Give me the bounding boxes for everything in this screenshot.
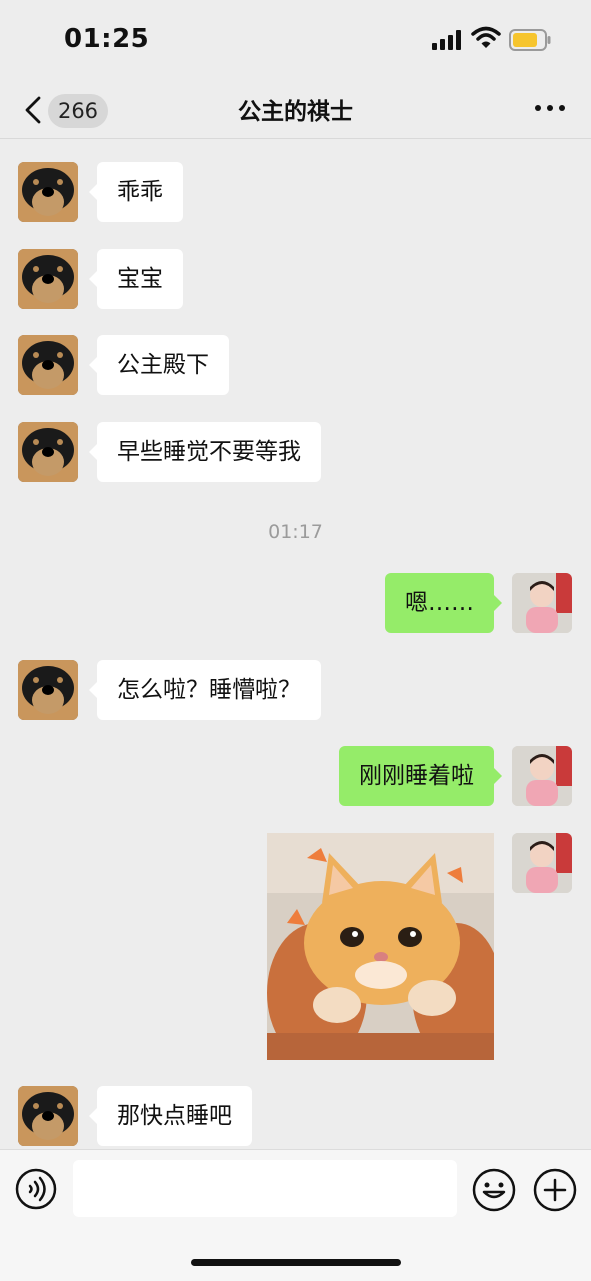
- incoming-message-bubble[interactable]: 怎么啦？睡懵啦？: [89, 660, 321, 720]
- chat-title: 公主的祺士: [238, 99, 353, 125]
- contact-avatar[interactable]: [18, 162, 78, 222]
- emoji-icon[interactable]: [472, 1168, 516, 1212]
- more-options-icon[interactable]: [534, 98, 566, 118]
- status-bar: 01:25: [0, 0, 591, 80]
- cellular-signal-icon: [432, 30, 461, 50]
- self-avatar[interactable]: [512, 573, 572, 633]
- incoming-message-bubble[interactable]: 公主殿下: [89, 335, 229, 395]
- outgoing-message-bubble[interactable]: 刚刚睡着啦: [339, 746, 502, 806]
- incoming-message-bubble[interactable]: 早些睡觉不要等我: [89, 422, 321, 482]
- message-input[interactable]: [73, 1160, 457, 1217]
- voice-input-icon[interactable]: [15, 1168, 57, 1210]
- wifi-icon: [471, 26, 501, 48]
- message-timestamp: 01:17: [268, 521, 323, 543]
- incoming-message-bubble[interactable]: 宝宝: [89, 249, 183, 309]
- incoming-message-bubble[interactable]: 那快点睡吧: [89, 1086, 252, 1146]
- contact-avatar[interactable]: [18, 249, 78, 309]
- contact-avatar[interactable]: [18, 660, 78, 720]
- message-list: 乖乖 宝宝 公主殿下 早些睡觉不要等我 01:17 嗯…… 怎么啦？睡懵啦？ 刚…: [0, 139, 591, 1149]
- add-more-icon[interactable]: [533, 1168, 577, 1212]
- incoming-message-bubble[interactable]: 乖乖: [89, 162, 183, 222]
- contact-avatar[interactable]: [18, 1086, 78, 1146]
- contact-avatar[interactable]: [18, 422, 78, 482]
- self-avatar[interactable]: [512, 746, 572, 806]
- image-message-kitten[interactable]: [267, 833, 494, 1060]
- self-avatar[interactable]: [512, 833, 572, 893]
- nav-bar: 266 公主的祺士: [0, 80, 591, 139]
- contact-avatar[interactable]: [18, 335, 78, 395]
- home-indicator: [191, 1259, 401, 1266]
- status-time: 01:25: [64, 24, 150, 54]
- outgoing-message-bubble[interactable]: 嗯……: [385, 573, 502, 633]
- battery-icon: [509, 29, 551, 51]
